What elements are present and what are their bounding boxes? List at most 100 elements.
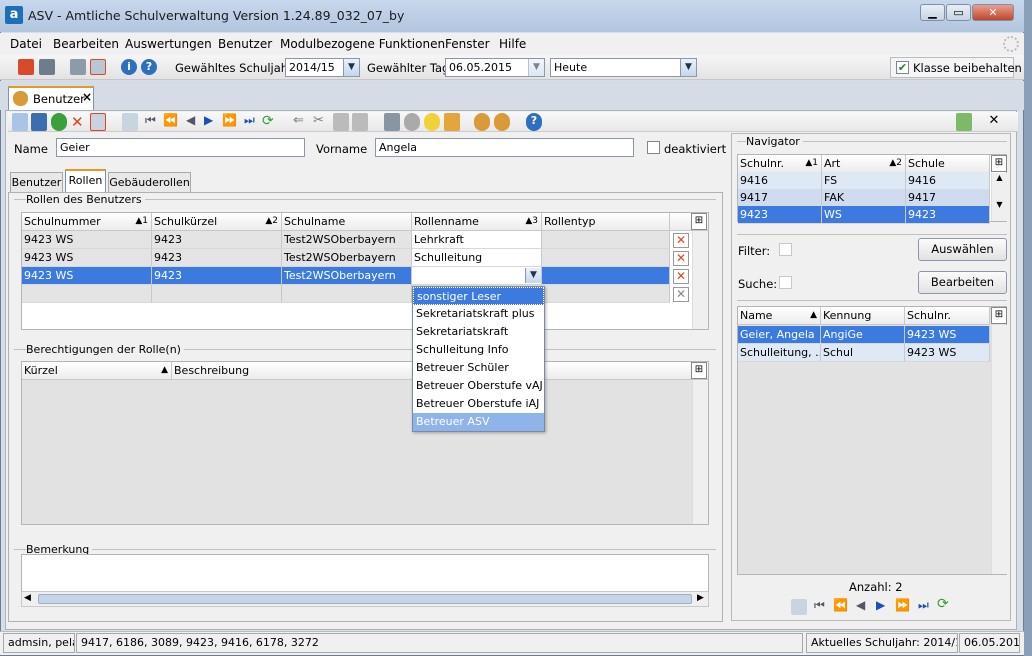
print-icon[interactable]: [384, 113, 400, 131]
maximize-button[interactable]: ▭: [946, 4, 971, 21]
cell-rollenname[interactable]: Lehrkraft: [412, 231, 542, 249]
fast-forward-icon[interactable]: ⏩: [222, 113, 237, 131]
subtab-gebaeuderollen[interactable]: Gebäuderollen: [108, 172, 191, 192]
window-close-icon[interactable]: [90, 59, 106, 75]
option-betreuer-oberstufe-iaj[interactable]: Betreuer Oberstufe iAJ: [413, 395, 544, 413]
option-sekretariatskraft-plus[interactable]: Sekretariatskraft plus: [413, 305, 544, 323]
chevron-down-icon[interactable]: ▼: [528, 59, 544, 76]
berechtigungen-scrollbar[interactable]: [692, 380, 708, 524]
first-icon[interactable]: ⏮: [145, 113, 156, 131]
first-icon[interactable]: ⏮: [814, 598, 825, 613]
rollen-scrollbar[interactable]: [692, 231, 708, 329]
sync-icon[interactable]: [956, 113, 972, 131]
list-icon[interactable]: [791, 599, 807, 615]
col-rollenname[interactable]: Rollenname ▲3: [412, 213, 542, 231]
table-row-selected[interactable]: 9423 WS 9423: [738, 206, 990, 224]
table-row[interactable]: 9417 FAK 9417: [738, 189, 990, 207]
col-art[interactable]: Art ▲2: [822, 155, 906, 173]
back-arrow-icon[interactable]: ⇐: [293, 113, 304, 131]
close-tab-icon[interactable]: ×: [82, 90, 92, 104]
fast-forward-icon[interactable]: ⏩: [895, 598, 910, 612]
save-icon[interactable]: [31, 113, 47, 131]
delete-row-icon[interactable]: ✕: [673, 233, 689, 248]
menu-datei[interactable]: Datei: [10, 37, 42, 51]
table-row[interactable]: 9423 WS 9423 Test2WSOberbayern Schulleit…: [22, 249, 670, 267]
bearbeiten-button[interactable]: Bearbeiten: [918, 271, 1007, 294]
col-schulname[interactable]: Schulname: [282, 213, 412, 231]
col-kennung[interactable]: Kennung: [821, 307, 905, 325]
table-row[interactable]: 9423 WS 9423 Test2WSOberbayern Lehrkraft: [22, 231, 670, 249]
previous-icon[interactable]: ◀: [856, 598, 865, 612]
col-schulnr[interactable]: Schulnr. ▲1: [738, 155, 822, 173]
menu-hilfe[interactable]: Hilfe: [499, 37, 526, 51]
navigator-school-scrollbar[interactable]: ▲ ▼: [991, 173, 1007, 221]
subtab-benutzer[interactable]: Benutzer: [10, 172, 63, 192]
scroll-thumb[interactable]: [38, 594, 692, 604]
menu-modulbezogene-funktionen[interactable]: Modulbezogene Funktionen: [280, 37, 445, 51]
col-list-schulnr[interactable]: Schulnr.: [905, 307, 990, 325]
column-chooser-icon[interactable]: ⊞: [691, 362, 707, 379]
table-row[interactable]: 9416 FS 9416: [738, 172, 990, 190]
close-window-button[interactable]: ✕: [972, 4, 1014, 21]
next-icon[interactable]: ▶: [876, 598, 885, 612]
table-row-selected[interactable]: 9423 WS 9423 Test2WSOberbayern ▼: [22, 267, 670, 285]
menu-bearbeiten[interactable]: Bearbeiten: [53, 37, 119, 51]
heute-select[interactable]: Heute: [550, 58, 697, 77]
paste-icon[interactable]: [352, 113, 368, 131]
scroll-right-icon[interactable]: ▶: [697, 593, 704, 603]
user-edit-icon[interactable]: [494, 113, 510, 131]
col-rollentyp[interactable]: Rollentyp: [542, 213, 670, 231]
table-row[interactable]: [22, 285, 670, 303]
printer-icon[interactable]: [39, 59, 55, 75]
previous-icon[interactable]: ◀: [186, 113, 195, 131]
copy-icon[interactable]: [333, 113, 349, 131]
lightbulb-icon[interactable]: [424, 113, 440, 131]
last-icon[interactable]: ⏭: [918, 598, 929, 613]
delete-row-icon[interactable]: ✕: [673, 251, 689, 266]
table-row[interactable]: Schulleitung, ... Schul 9423 WS: [738, 344, 990, 362]
fast-back-icon[interactable]: ⏪: [163, 113, 178, 131]
user-group-icon[interactable]: [474, 113, 490, 131]
chevron-down-icon[interactable]: ▼: [525, 268, 541, 283]
col-schule[interactable]: Schule: [906, 155, 990, 173]
delete-record-icon[interactable]: [90, 113, 106, 131]
option-betreuer-oberstufe-vaj[interactable]: Betreuer Oberstufe vAJ: [413, 377, 544, 395]
option-betreuer-asv[interactable]: Betreuer ASV: [413, 413, 544, 431]
close-panel-icon[interactable]: ✕: [983, 113, 1005, 131]
menu-benutzer[interactable]: Benutzer: [218, 37, 272, 51]
vorname-input[interactable]: Angela: [375, 138, 634, 157]
tab-benutzer[interactable]: Benutzer ×: [8, 86, 94, 110]
table-row-selected[interactable]: Geier, Angela AngiGe 9423 WS: [738, 326, 990, 344]
book-icon[interactable]: [18, 59, 34, 75]
option-betreuer-schueler[interactable]: Betreuer Schüler: [413, 359, 544, 377]
menu-fenster[interactable]: Fenster: [445, 37, 490, 51]
option-schulleitung-info[interactable]: Schulleitung Info: [413, 341, 544, 359]
deaktiviert-checkbox[interactable]: [647, 141, 660, 154]
preview-icon[interactable]: [404, 113, 420, 131]
col-schulkuerzel[interactable]: Schulkürzel ▲2: [152, 213, 282, 231]
subtab-rollen[interactable]: Rollen: [65, 169, 106, 193]
option-sekretariatskraft[interactable]: Sekretariatskraft: [413, 323, 544, 341]
minimize-button[interactable]: ▁: [920, 4, 945, 21]
rollenname-combobox[interactable]: [412, 267, 542, 285]
navigator-list-scrollbar[interactable]: [991, 325, 1007, 574]
klasse-checkbox[interactable]: ✔: [896, 61, 909, 74]
delete-icon[interactable]: ✕: [71, 113, 84, 131]
col-schulnummer[interactable]: Schulnummer ▲1: [22, 213, 152, 231]
brush-icon[interactable]: [444, 113, 460, 131]
fast-back-icon[interactable]: ⏪: [833, 598, 848, 612]
auswaehlen-button[interactable]: Auswählen: [918, 238, 1007, 261]
last-icon[interactable]: ⏭: [244, 113, 255, 131]
chevron-down-icon[interactable]: ▼: [343, 59, 359, 76]
help-icon[interactable]: ?: [141, 59, 157, 75]
refresh-icon[interactable]: ⟳: [937, 596, 949, 612]
refresh-icon[interactable]: ⟳: [262, 113, 274, 131]
cell-rollenname[interactable]: Schulleitung: [412, 249, 542, 267]
bemerkung-hscrollbar[interactable]: ◀ ▶: [21, 591, 709, 607]
name-input[interactable]: Geier: [56, 138, 305, 157]
new-document-icon[interactable]: [12, 113, 28, 131]
suche-checkbox[interactable]: [779, 276, 792, 289]
chevron-down-icon[interactable]: ▼: [680, 59, 696, 76]
option-sonstiger-leser[interactable]: sonstiger Leser: [413, 287, 544, 305]
scissors-icon[interactable]: ✂: [313, 113, 324, 131]
